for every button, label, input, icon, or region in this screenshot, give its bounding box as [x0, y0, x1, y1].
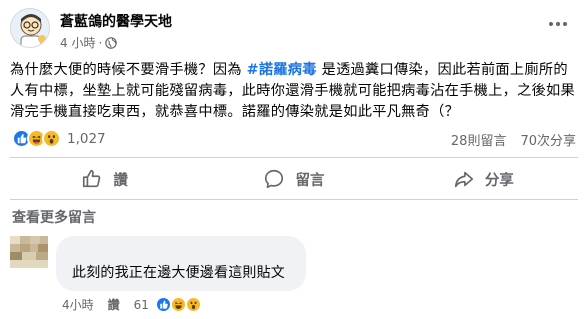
shares-count[interactable]: 70次分享 — [520, 130, 576, 149]
post-header: 蒼藍鴿的醫學天地 4 小時 · — [10, 8, 570, 56]
comment-item: 此刻的我正在邊大便邊看這則貼文 4小時 讚 61 — [10, 236, 578, 316]
see-more-comments-link[interactable]: 查看更多留言 — [12, 207, 96, 227]
divider-top — [10, 157, 578, 158]
reactions-summary[interactable]: 1,027 — [12, 129, 106, 148]
post-text: 為什麼大便的時候不要滑手機？因為 #諾羅病毒 是透過糞口傳染，因此若前面上廁所的… — [10, 60, 580, 123]
comments-count[interactable]: 28則留言 — [451, 130, 507, 149]
share-button[interactable]: 分享 — [389, 162, 578, 196]
author-name[interactable]: 蒼藍鴿的醫學天地 — [60, 11, 172, 31]
more-options-button[interactable] — [546, 14, 570, 34]
comment-reaction-count: 61 — [133, 297, 149, 312]
comment-label: 留言 — [295, 172, 325, 189]
speech-bubble-icon — [265, 169, 284, 189]
wow-reaction-icon — [184, 296, 202, 313]
hashtag-link[interactable]: #諾羅病毒 — [247, 62, 317, 78]
comment-bubble: 此刻的我正在邊大便邊看這則貼文 — [56, 236, 306, 291]
comment-meta: 4小時 讚 61 — [62, 296, 202, 313]
meta-separator: · — [98, 35, 103, 50]
action-bar: 讚 留言 分享 — [10, 162, 578, 196]
stats-right: 28則留言 70次分享 — [451, 130, 576, 149]
wow-reaction-icon — [42, 129, 61, 148]
comment-like-button[interactable]: 讚 — [108, 296, 120, 313]
more-dots-icon — [549, 22, 553, 26]
post-time[interactable]: 4 小時 — [60, 34, 95, 51]
share-arrow-icon — [454, 171, 473, 188]
divider-bottom — [10, 199, 578, 200]
like-button[interactable]: 讚 — [10, 162, 199, 196]
like-label: 讚 — [113, 172, 128, 189]
commenter-avatar[interactable] — [10, 236, 48, 268]
post-text-before: 為什麼大便的時候不要滑手機？因為 — [10, 62, 247, 78]
thumbs-up-icon — [83, 169, 101, 188]
comment-text: 此刻的我正在邊大便邊看這則貼文 — [72, 265, 285, 281]
post-stats: 1,027 28則留言 70次分享 — [12, 127, 578, 149]
share-label: 分享 — [484, 172, 514, 189]
globe-icon — [105, 36, 118, 49]
reaction-count[interactable]: 1,027 — [67, 131, 106, 147]
comment-time[interactable]: 4小時 — [62, 296, 94, 313]
author-avatar[interactable] — [10, 8, 50, 48]
post-meta: 4 小時 · — [60, 34, 118, 51]
comment-reactions[interactable]: 61 — [133, 296, 202, 313]
comment-button[interactable]: 留言 — [199, 162, 388, 196]
